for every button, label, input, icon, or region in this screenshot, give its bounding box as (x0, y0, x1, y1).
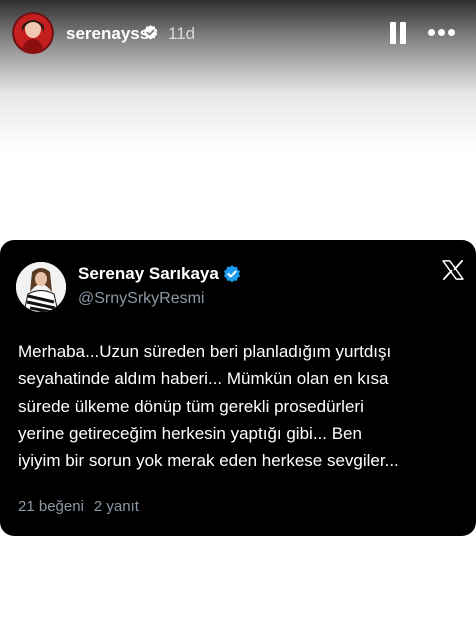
more-options-icon (428, 29, 435, 36)
tweet-text-line: Merhaba...Uzun süreden beri planladığım … (18, 342, 392, 361)
tweet-avatar[interactable] (16, 262, 66, 312)
tweet-stats: 21 beğeni 2 yanıt (18, 498, 139, 515)
tweet-handle[interactable]: @SrnySrkyResmi (78, 290, 204, 308)
tweet-text-line: sürede ülkeme dönüp tüm gerekli prosedür… (18, 396, 364, 416)
more-options-button[interactable] (426, 24, 458, 42)
tweet-text-line: yerine getireceğim herkesin yaptığı gibi… (18, 423, 362, 443)
verified-badge-icon (224, 265, 240, 283)
story-header: serenayss 11d (0, 0, 476, 66)
tweet-text: Merhaba...Uzun süreden beri planladığım … (18, 338, 466, 474)
tweet-text-line: seyahatinde aldım haberi... Mümkün olan … (18, 369, 389, 389)
tweet-text-line: iyiyim bir sorun yok merak eden herkese … (18, 451, 399, 471)
pause-button[interactable] (388, 22, 408, 44)
replies-count[interactable]: 2 yanıt (94, 498, 139, 515)
x-logo-icon[interactable] (442, 260, 464, 280)
verified-badge-icon (143, 25, 158, 40)
likes-count[interactable]: 21 beğeni (18, 498, 84, 515)
tweet-display-name[interactable]: Serenay Sarıkaya (78, 264, 219, 284)
story-username[interactable]: serenayss (66, 24, 149, 44)
tweet-card[interactable]: Serenay Sarıkaya @SrnySrkyResmi Merhaba.… (0, 240, 476, 536)
pause-icon (390, 22, 396, 44)
story-time: 11d (168, 24, 196, 43)
story-avatar[interactable] (12, 12, 54, 54)
